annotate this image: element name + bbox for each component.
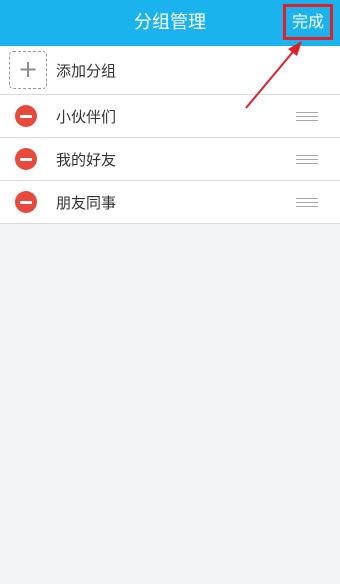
drag-handle-icon[interactable] <box>296 112 318 121</box>
minus-circle-icon[interactable] <box>15 105 37 127</box>
add-group-label: 添加分组 <box>56 61 117 80</box>
group-name: 我的好友 <box>56 150 117 169</box>
list-item: 我的好友 <box>0 138 340 181</box>
minus-circle-icon[interactable] <box>15 191 37 213</box>
minus-circle-icon[interactable] <box>15 148 37 170</box>
header-bar: 分组管理 完成 <box>0 0 340 46</box>
add-group-row[interactable]: + 添加分组 <box>0 46 340 95</box>
drag-handle-icon[interactable] <box>296 155 318 164</box>
list-item: 小伙伴们 <box>0 95 340 138</box>
plus-icon[interactable]: + <box>9 51 47 89</box>
group-name: 朋友同事 <box>56 193 117 212</box>
group-name: 小伙伴们 <box>56 107 117 126</box>
group-list: + 添加分组 小伙伴们 我的好友 朋友同事 <box>0 46 340 224</box>
done-button[interactable]: 完成 <box>283 4 333 40</box>
drag-handle-icon[interactable] <box>296 198 318 207</box>
list-item: 朋友同事 <box>0 181 340 224</box>
